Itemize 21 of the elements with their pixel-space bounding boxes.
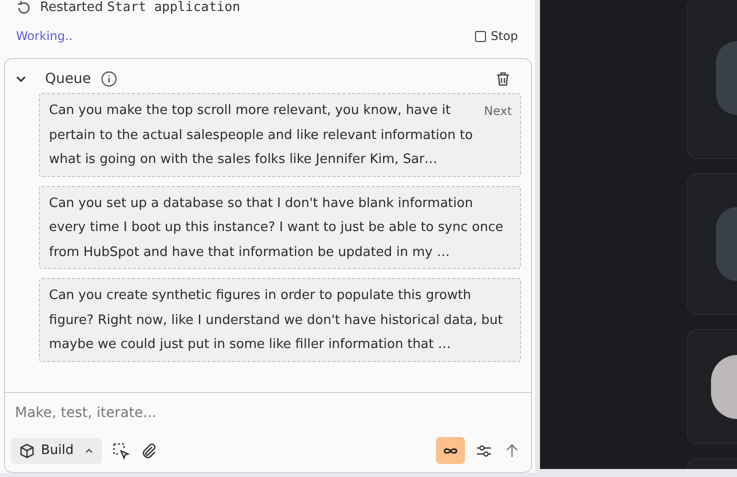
queue-item-text: Can you create synthetic figures in order to populate this growth figure? Right now, like I understand we don't have historical data, but maybe we could just put in some like filler information that … — [49, 287, 504, 354]
build-mode-button[interactable]: Build — [11, 438, 102, 464]
select-element-icon[interactable] — [112, 442, 130, 460]
working-status: Working.. — [16, 29, 73, 43]
prompt-input[interactable]: Make, test, iterate... — [11, 401, 521, 425]
info-icon[interactable] — [101, 71, 117, 87]
next-label: Next — [484, 103, 512, 120]
avatar-placeholder — [711, 354, 737, 418]
queue-item-text: Can you set up a database so that I don't have blank information every time I boot up this instance? I want to just be able to sync once from HubSpot and have that information be updated in my … — [49, 194, 504, 262]
queue-title: Queue — [45, 71, 91, 87]
infinity-toggle[interactable] — [436, 437, 465, 464]
queue-item[interactable]: Can you set up a database so that I don't have blank information every time I boot up this instance? I want to just be able to sync once from HubSpot and have that information be updated in my … — [39, 186, 521, 269]
log-text: Restarted Start application — [40, 0, 240, 16]
queue-item[interactable]: Can you make the top scroll more relevant, you know, have it pertain to the actual salespeople and like relevant information to what is going on with the sales folks like Jennifer Kim, Sar… Next — [39, 93, 521, 176]
infinity-icon — [442, 446, 459, 456]
stop-button[interactable]: Stop — [474, 29, 518, 43]
cube-icon — [19, 442, 35, 458]
trash-icon[interactable] — [495, 71, 511, 87]
queue-item-text: Can you make the top scroll more relevant, you know, have it pertain to the actual salespeople and like relevant information to what is going on with the sales folks like Jennifer Kim, Sar… — [49, 102, 474, 169]
restart-icon — [16, 0, 32, 16]
queue-item[interactable]: Can you create synthetic figures in order to populate this growth figure? Right now, like I understand we don't have historical data, but maybe we could just put in some like filler information that … — [39, 278, 521, 362]
